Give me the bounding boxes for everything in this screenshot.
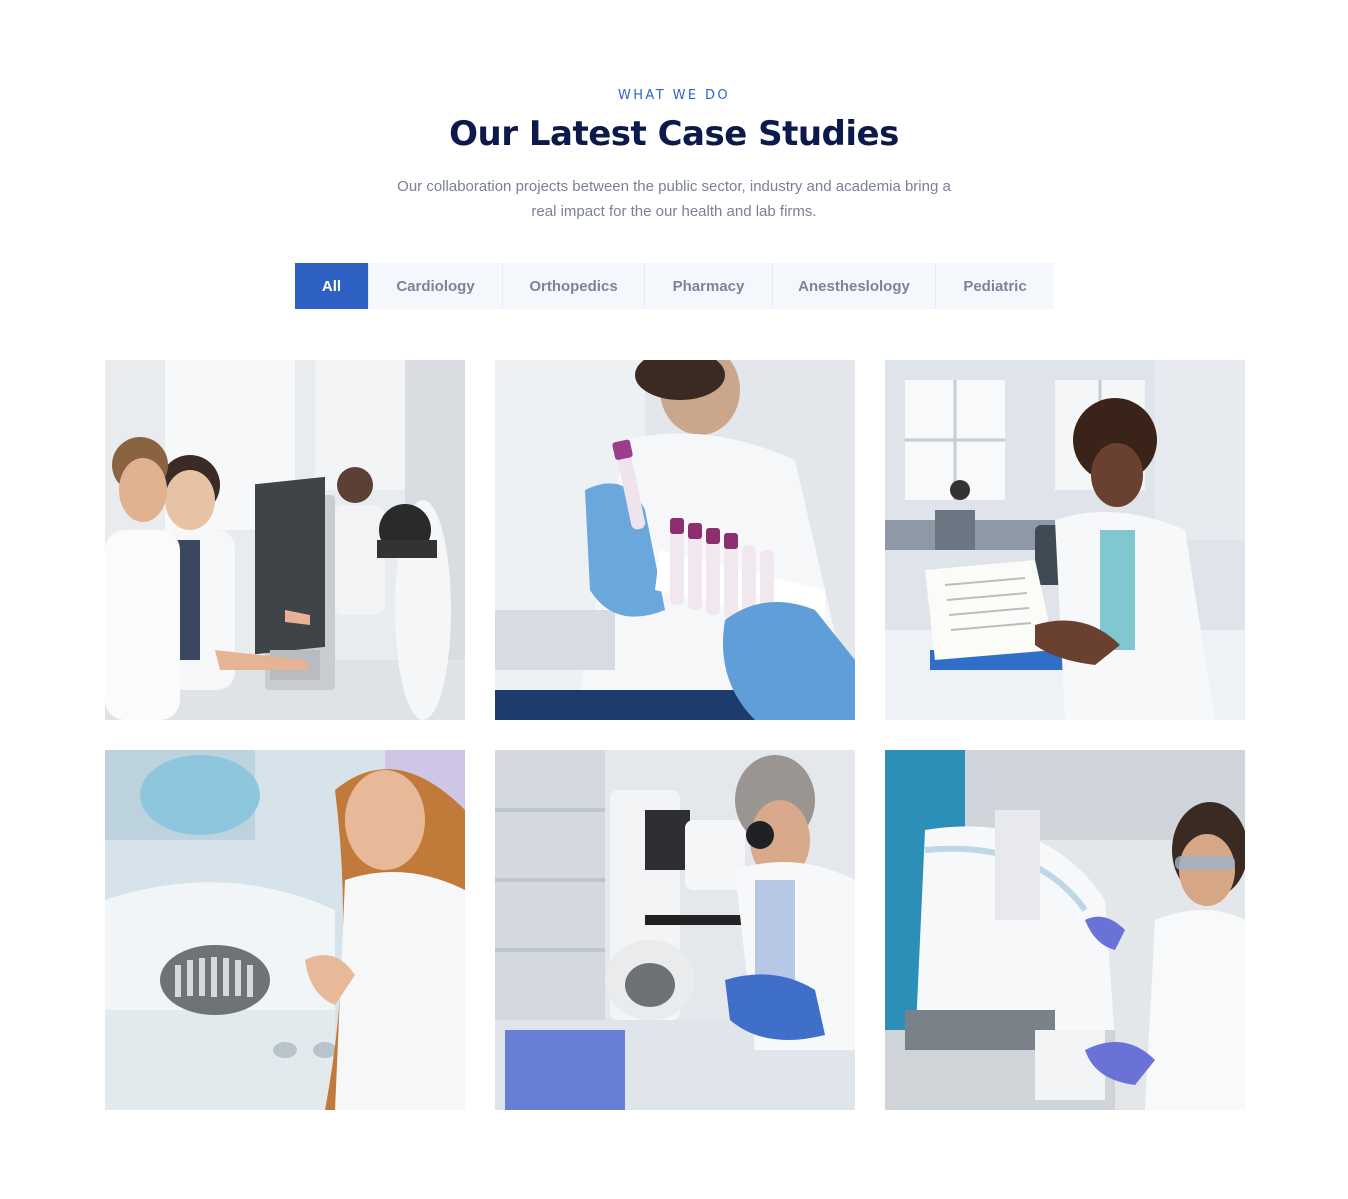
lab-team-computer-photo bbox=[105, 360, 465, 720]
filter-tab-cardiology[interactable]: Cardiology bbox=[369, 263, 503, 309]
lab-automation-photo bbox=[885, 750, 1245, 1110]
filter-tab-pharmacy[interactable]: Pharmacy bbox=[645, 263, 773, 309]
case-study-card-3[interactable] bbox=[885, 360, 1245, 720]
section-title: Our Latest Case Studies bbox=[449, 114, 899, 154]
case-study-card-4[interactable] bbox=[105, 750, 465, 1110]
filter-tab-orthopedics[interactable]: Orthopedics bbox=[503, 263, 645, 309]
test-tubes-gloves-photo bbox=[495, 360, 855, 720]
scientist-reading-report-photo bbox=[885, 360, 1245, 720]
section-subtitle: Our collaboration projects between the p… bbox=[374, 174, 974, 224]
case-study-card-5[interactable] bbox=[495, 750, 855, 1110]
filter-tabs: All Cardiology Orthopedics Pharmacy Anes… bbox=[295, 263, 1054, 309]
subtitle-line-2: real impact for the our health and lab f… bbox=[531, 203, 817, 220]
filter-tab-pediatric[interactable]: Pediatric bbox=[936, 263, 1054, 309]
section-eyebrow: WHAT WE DO bbox=[617, 88, 731, 103]
case-study-card-1[interactable] bbox=[105, 360, 465, 720]
case-study-grid bbox=[105, 360, 1245, 1110]
microscope-researcher-photo bbox=[495, 750, 855, 1110]
subtitle-line-1: Our collaboration projects between the p… bbox=[397, 178, 951, 195]
filter-tab-anesthesiology[interactable]: Anestheslology bbox=[773, 263, 936, 309]
case-study-card-2[interactable] bbox=[495, 360, 855, 720]
analyzer-machine-photo bbox=[105, 750, 465, 1110]
filter-tab-all[interactable]: All bbox=[295, 263, 369, 309]
case-study-card-6[interactable] bbox=[885, 750, 1245, 1110]
